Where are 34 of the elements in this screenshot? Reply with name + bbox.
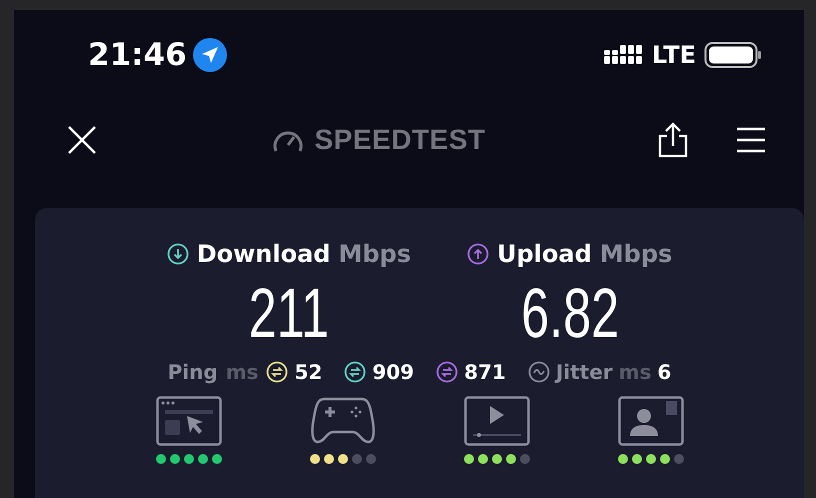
video-player-icon <box>464 396 530 446</box>
metric-value: 6.82 <box>520 273 619 354</box>
ping-arrows-icon <box>344 361 366 383</box>
metric-label: Upload <box>497 240 592 268</box>
rating-dot <box>674 454 684 464</box>
metric-value: 211 <box>248 273 330 354</box>
metric-unit: Mbps <box>338 240 411 268</box>
ping-arrows-icon <box>266 361 288 383</box>
gamepad-icon <box>310 396 376 446</box>
ping-arrows-icon <box>436 361 458 383</box>
ping-label: Ping <box>168 360 218 384</box>
ping-value: 909 <box>372 360 414 384</box>
network-type: LTE <box>652 41 696 69</box>
menu-button[interactable] <box>736 126 766 154</box>
speedtest-logo: SPEEDTEST <box>314 124 486 156</box>
jitter-label: Jitter <box>556 360 613 384</box>
jitter-wave-icon <box>528 361 550 383</box>
close-button[interactable] <box>66 124 98 156</box>
ping-value: 52 <box>294 360 322 384</box>
metric-label: Download <box>196 240 330 268</box>
metric-unit: Mbps <box>600 240 672 268</box>
jitter-value: 6 <box>657 360 672 384</box>
video-call-icon <box>618 396 684 446</box>
share-button[interactable] <box>658 122 688 158</box>
ping-unit: ms <box>226 360 258 384</box>
signal-icon <box>604 44 644 66</box>
battery-icon <box>704 41 762 69</box>
rating-dot <box>520 454 530 464</box>
ping-value: 871 <box>464 360 506 384</box>
jitter-unit: ms <box>618 360 652 384</box>
browser-cursor-icon <box>156 396 222 446</box>
rating-dot <box>352 454 362 464</box>
clock-time: 21:46 <box>88 37 187 73</box>
rating-dot <box>366 454 376 464</box>
